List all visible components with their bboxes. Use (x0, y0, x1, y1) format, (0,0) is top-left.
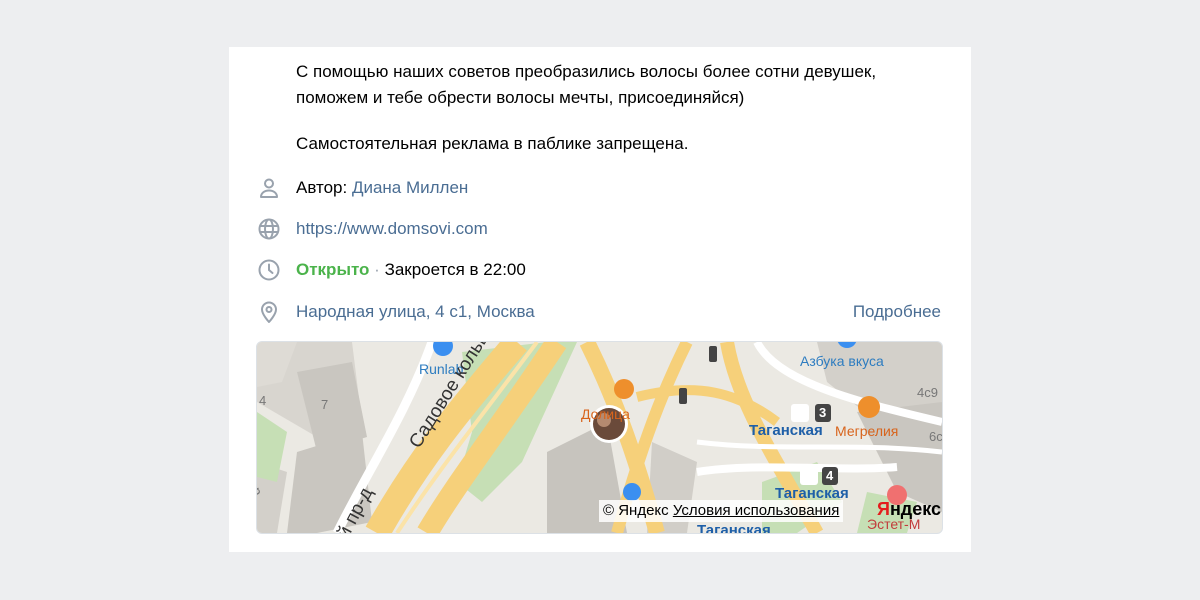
website-link[interactable]: https://www.domsovi.com (296, 214, 488, 244)
map-copyright: © Яндекс Условия использования (599, 500, 844, 522)
map-label-megrelia: Мегрелия (835, 423, 899, 439)
address-row: Народная улица, 4 с1, Москва Подробнее (229, 297, 971, 327)
more-details-link[interactable]: Подробнее (853, 297, 941, 327)
map-widget[interactable]: Runlab Азбука вкуса Долица Таганская Таг… (256, 341, 943, 534)
map-label-azbuka: Азбука вкуса (800, 353, 884, 369)
terms-of-use-link[interactable]: Условия использования (673, 502, 840, 519)
map-label-house-7: 7 (321, 397, 329, 412)
globe-icon (257, 217, 281, 241)
description-line-3: Самостоятельная реклама в паблике запрещ… (296, 134, 689, 153)
author-name-link[interactable]: Диана Миллен (352, 178, 468, 197)
open-status: Открыто (296, 260, 370, 279)
copyright-text: © Яндекс (603, 502, 673, 519)
metro-line-4-badge: 4 (826, 468, 834, 483)
author-text: Автор: Диана Миллен (296, 173, 468, 203)
community-description: С помощью наших советов преобразились во… (296, 59, 936, 157)
address-link[interactable]: Народная улица, 4 с1, Москва (296, 297, 535, 327)
community-info-card: С помощью наших советов преобразились во… (229, 47, 971, 552)
map-label-house-6c: 6с (929, 429, 943, 444)
hours-row: Открыто · Закроется в 22:00 (229, 255, 971, 285)
map-label-house-4c9: 4с9 (917, 385, 938, 400)
author-row: Автор: Диана Миллен (229, 173, 971, 203)
description-line-1: С помощью наших советов преобразились во… (296, 62, 877, 81)
map-label-taganskaya-3: Таганская (697, 522, 771, 534)
closing-time: Закроется в 22:00 (384, 260, 526, 279)
map-label-dolitsa: Долица (581, 406, 630, 422)
location-pin-icon (257, 300, 281, 324)
hours-separator: · (369, 260, 385, 279)
map-label-taganskaya-1: Таганская (749, 422, 823, 439)
clock-icon (257, 258, 281, 282)
hours-text: Открыто · Закроется в 22:00 (296, 255, 526, 285)
map-label-house-4: 4 (259, 393, 267, 408)
author-prefix: Автор: (296, 178, 352, 197)
website-row: https://www.domsovi.com (229, 214, 971, 244)
description-line-2: поможем и тебе обрести волосы мечты, при… (296, 88, 745, 107)
metro-line-3-badge: 3 (819, 405, 827, 420)
yandex-logo: Яндекс (877, 499, 942, 519)
user-icon (257, 176, 281, 200)
